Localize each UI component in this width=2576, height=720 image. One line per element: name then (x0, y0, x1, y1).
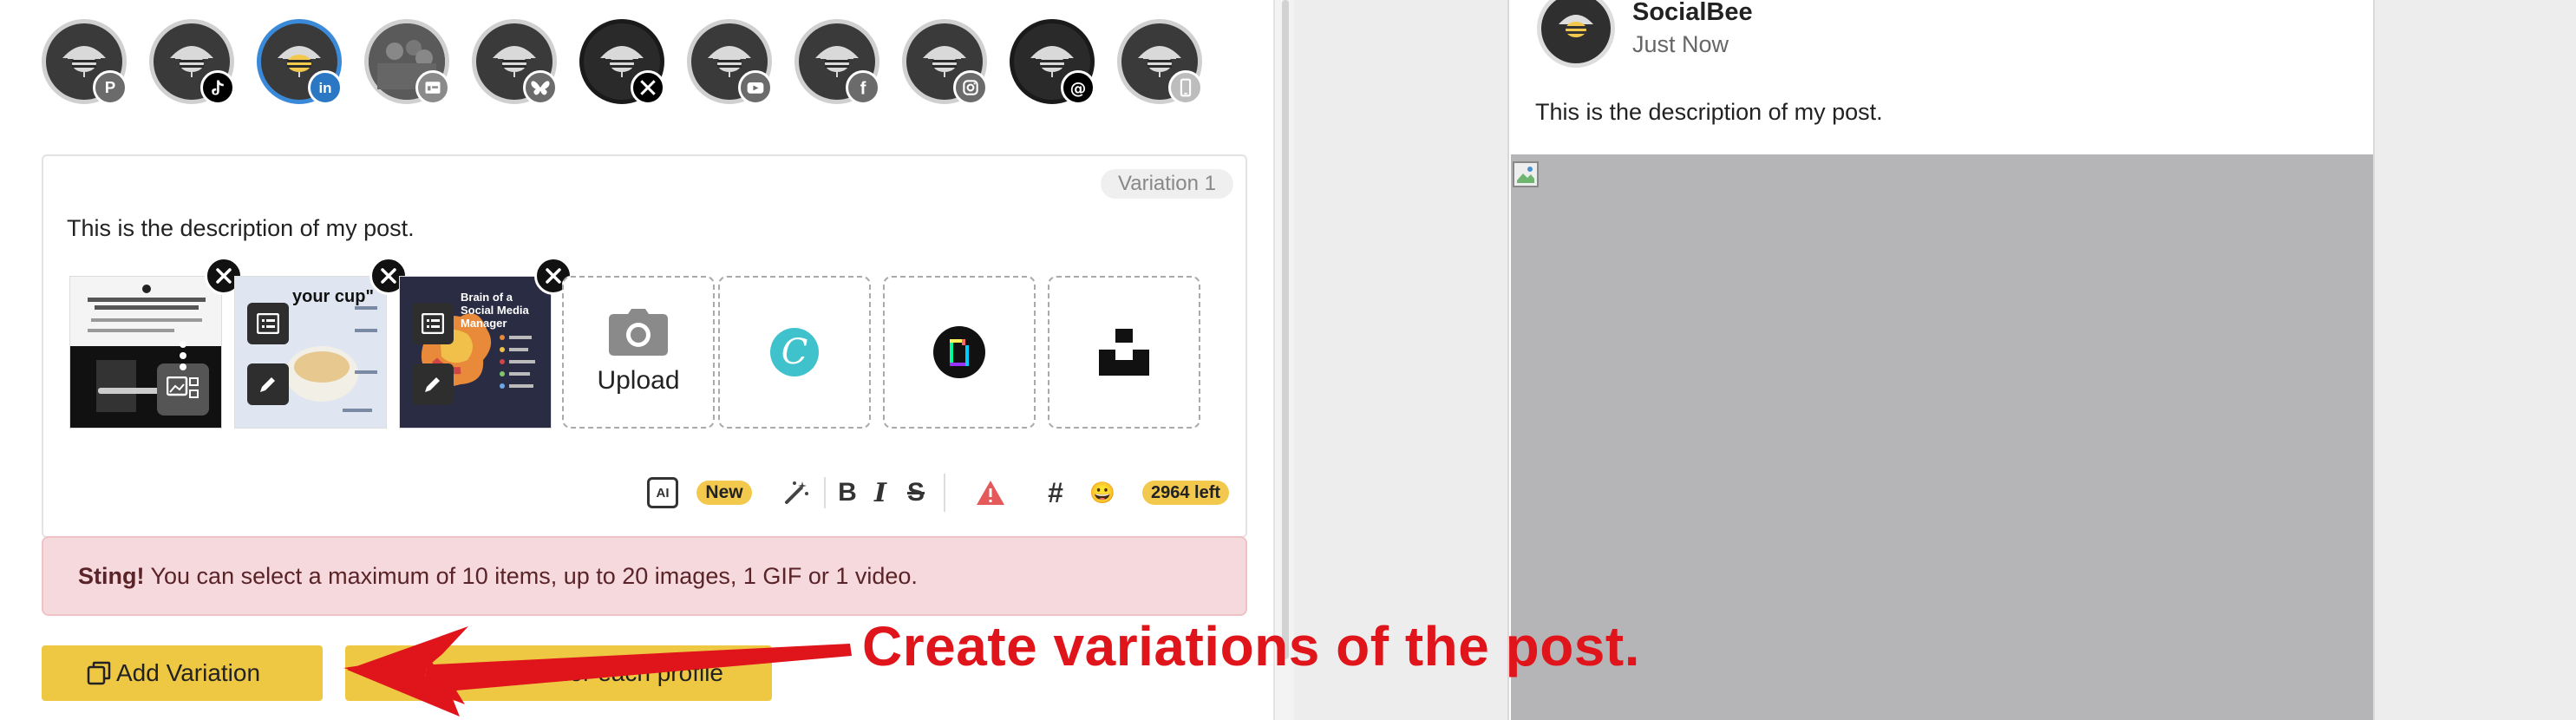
add-variation-button[interactable]: Add Variation (42, 645, 323, 701)
profile-avatar-youtube[interactable] (687, 19, 773, 105)
canva-icon: C (770, 328, 819, 376)
app-window: Pin f @ Variation 1 This is the descriptio… (0, 0, 2576, 720)
unsplash-icon (1099, 329, 1149, 376)
strikethrough-button[interactable]: S (902, 468, 930, 517)
italic-button[interactable]: I (867, 468, 893, 517)
upload-label: Upload (597, 366, 680, 395)
unsplash-button[interactable] (1048, 276, 1200, 429)
giphy-button[interactable] (883, 276, 1036, 429)
panel-divider[interactable] (1273, 0, 1294, 720)
broken-image-icon (1513, 161, 1539, 187)
svg-text:in: in (318, 80, 331, 96)
bluesky-icon (523, 70, 558, 105)
char-count-badge: 2964 left (1136, 468, 1235, 517)
post-description[interactable]: This is the description of my post. (67, 215, 415, 242)
profile-avatar-instagram[interactable] (902, 19, 988, 105)
youtube-icon (738, 70, 773, 105)
canva-button[interactable]: C (718, 276, 871, 429)
media-thumbnail-cup[interactable]: your cup" (234, 276, 387, 429)
media-thumbnail-brain[interactable]: Brain of a Social Media Manager (399, 276, 552, 429)
facebook-icon: f (846, 70, 880, 105)
profile-avatar-google-business[interactable] (364, 19, 450, 105)
linkedin-icon: in (308, 70, 343, 105)
giphy-icon (933, 326, 985, 378)
profile-avatar-pinterest[interactable]: P (42, 19, 127, 105)
profile-avatar-tiktok[interactable] (149, 19, 235, 105)
media-thumbnail-video[interactable] (69, 276, 222, 429)
emoji-button[interactable]: 😀 (1088, 468, 1117, 517)
profile-avatar-facebook[interactable]: f (794, 19, 880, 105)
annotation-text: Create variations of the post. (862, 615, 1640, 677)
mobile-icon (1168, 70, 1203, 105)
pinterest-icon: P (93, 70, 127, 105)
add-variation-label: Add Variation (116, 659, 261, 686)
scrollbar-thumb[interactable] (1282, 0, 1289, 659)
profile-avatar-linkedin[interactable]: in (257, 19, 343, 105)
profile-avatar-threads[interactable]: @ (1010, 19, 1095, 105)
copy-icon (87, 661, 111, 685)
x-icon (631, 70, 665, 105)
camera-icon (609, 309, 668, 356)
text-overlay-icon[interactable] (412, 303, 454, 344)
svg-text:f: f (860, 80, 866, 99)
instagram-icon (953, 70, 988, 105)
threads-icon: @ (1061, 70, 1095, 105)
composer-panel: Pin f @ Variation 1 This is the descriptio… (0, 0, 1273, 720)
alert-strong: Sting! (78, 563, 145, 589)
variation-label[interactable]: Variation 1 (1101, 169, 1233, 199)
ai-assistant-icon[interactable]: AI (645, 468, 680, 517)
edit-pencil-icon[interactable] (412, 363, 454, 405)
svg-text:P: P (105, 78, 115, 96)
profile-avatar-bluesky[interactable] (472, 19, 558, 105)
warning-icon[interactable] (973, 468, 1008, 517)
tiktok-icon (200, 70, 235, 105)
svg-text:@: @ (1070, 80, 1087, 98)
alert-text: You can select a maximum of 10 items, up… (144, 563, 918, 589)
cup-image-caption: your cup" (292, 287, 374, 306)
magic-wand-icon[interactable] (779, 468, 814, 517)
text-overlay-icon[interactable] (247, 303, 289, 344)
annotation-arrow (343, 626, 852, 717)
preview-timestamp: Just Now (1632, 31, 1729, 57)
sting-alert: Sting! You can select a maximum of 10 it… (42, 536, 1247, 616)
new-badge: New (696, 468, 753, 517)
editor-toolbar: AI New B I S # 😀 2964 left (0, 468, 1273, 517)
preview-account-name: SocialBee (1632, 0, 1753, 26)
preview-image (1511, 154, 2373, 720)
google-business-icon (415, 70, 450, 105)
brain-image-caption: Brain of a Social Media Manager (461, 291, 529, 330)
bold-button[interactable]: B (834, 468, 860, 517)
hashtag-button[interactable]: # (1041, 468, 1070, 517)
edit-pencil-icon[interactable] (247, 363, 289, 405)
upload-button[interactable]: Upload (562, 276, 715, 429)
profile-avatar-mobile[interactable] (1117, 19, 1203, 105)
profile-avatar-x[interactable] (579, 19, 665, 105)
media-edit-icon[interactable] (157, 363, 209, 416)
preview-description: This is the description of my post. (1535, 99, 1883, 125)
more-options-icon[interactable] (180, 341, 186, 370)
